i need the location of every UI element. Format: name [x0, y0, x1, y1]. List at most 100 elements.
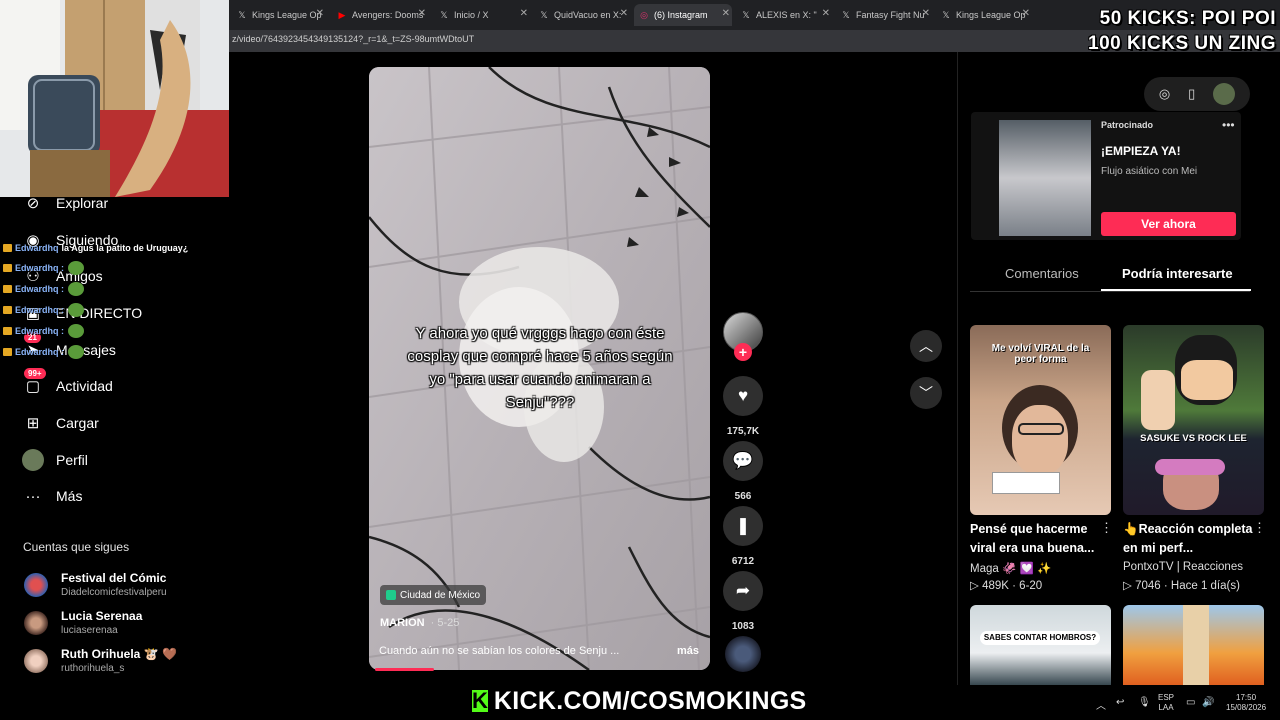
sidebar-item-upload[interactable]: ⊞ Cargar [22, 411, 99, 435]
chevron-up-icon[interactable]: ︿ [1096, 697, 1106, 712]
location-icon [386, 590, 396, 600]
like-action[interactable]: ♥ 175,7K [723, 376, 763, 437]
play-icon: ▷ [1123, 580, 1132, 592]
video-author[interactable]: Maga 🦑 💟 ✨ [970, 561, 1051, 575]
bookmark-icon[interactable]: ❚ [723, 506, 763, 546]
video-caption-overlay: Y ahora yo qué vrgggs hago con éste cosp… [407, 325, 673, 411]
heart-icon[interactable]: ♥ [723, 376, 763, 416]
volume-icon[interactable]: 🔊 [1202, 697, 1214, 708]
account-handle: Diadelcomicfestivalperu [61, 587, 167, 598]
kicks-line: 50 KICKS: POI POI [1099, 8, 1276, 29]
video-title[interactable]: 👆Reacción completa en mi perf... [1123, 520, 1258, 558]
thumbnail-text: SASUKE VS ROCK LEE [1140, 433, 1247, 444]
close-icon[interactable]: ✕ [418, 8, 426, 19]
following-section-title: Cuentas que sigues [23, 540, 130, 554]
chevron-up-icon[interactable]: ︿ [910, 330, 942, 362]
separator: · [1163, 580, 1168, 592]
browser-tab[interactable]: 𝕏 Inicio / X ✕ [434, 4, 530, 26]
thumbnail-text: Me volví VIRAL de la peor forma [991, 343, 1090, 365]
screenshot-inset [992, 472, 1060, 494]
video-thumbnail[interactable]: SASUKE VS ROCK LEE [1123, 325, 1264, 515]
followed-account[interactable]: Festival del Cómic Diadelcomicfestivalper… [24, 571, 167, 598]
browser-tab[interactable]: ▶ Avengers: Dooms ✕ [332, 4, 428, 26]
avatar [24, 648, 48, 673]
video-date: Hace 1 día(s) [1170, 580, 1240, 592]
ad-cta-button[interactable]: Ver ahora [1101, 212, 1236, 236]
instagram-icon: ◎ [640, 9, 648, 20]
network-icon[interactable]: ▭ [1186, 697, 1195, 708]
video-thumbnail[interactable] [1123, 605, 1264, 685]
ad-sponsored-label: Patrocinado [1101, 120, 1154, 130]
tab-comments[interactable]: Comentarios [1005, 266, 1079, 281]
avatar[interactable] [1213, 83, 1236, 105]
more-options-icon[interactable]: ⋮ [1100, 520, 1113, 536]
location-pill[interactable]: Ciudad de México [380, 585, 487, 605]
music-disc-icon[interactable] [725, 636, 761, 672]
browser-tab[interactable]: 𝕏 Kings League Op ✕ [232, 4, 326, 26]
followed-account[interactable]: Ruth Orihuela 🐮 🤎 ruthorihuela_s [24, 647, 177, 674]
video-thumbnail[interactable]: SABES CONTAR HOMBROS? [970, 605, 1111, 685]
more-link[interactable]: más [677, 645, 699, 657]
video-progress-bar[interactable] [375, 668, 434, 671]
x-icon: 𝕏 [742, 9, 750, 20]
video-author-row[interactable]: MARION · 5-25 [380, 617, 459, 629]
app-tray-icon[interactable]: ↩ [1116, 697, 1124, 708]
anime-face [1181, 360, 1233, 400]
video-author[interactable]: PontxoTV | Reacciones [1123, 561, 1243, 573]
ad-thumbnail[interactable] [999, 120, 1091, 236]
close-icon[interactable]: ✕ [620, 8, 628, 19]
date: 15/08/2026 [1226, 703, 1267, 712]
thumbnail-text: SABES CONTAR HOMBROS? [980, 631, 1100, 645]
sidebar-item-activity[interactable]: ▢ 99+ Actividad [22, 368, 113, 398]
browser-tab[interactable]: 𝕏 QuidVacuo en X: ✕ [534, 4, 630, 26]
more-options-icon[interactable]: ⋮ [1253, 520, 1266, 536]
language-indicator[interactable]: ESP LAA [1158, 693, 1174, 713]
close-icon[interactable]: ✕ [520, 8, 528, 19]
sidebar-item-more[interactable]: ··· Más [22, 484, 83, 508]
close-icon[interactable]: ✕ [316, 8, 324, 19]
video-author-name[interactable]: MARION [380, 617, 425, 629]
comment-count: 566 [734, 491, 752, 502]
follow-plus-icon[interactable]: + [734, 343, 752, 361]
video-thumbnail[interactable]: Me volví VIRAL de la peor forma [970, 325, 1111, 515]
webcam-frame [0, 0, 229, 197]
browser-tab[interactable]: 𝕏 ALEXIS en X: " ✕ [736, 4, 832, 26]
browser-tab[interactable]: 𝕏 Fantasy Fight Nu ✕ [836, 4, 932, 26]
video-description: Cuando aún no se sabían los colores de S… [379, 645, 620, 657]
frog-emote-icon [68, 282, 84, 296]
frog-emote-icon [68, 324, 84, 338]
clock[interactable]: 17:50 15/08/2026 [1226, 693, 1266, 713]
close-icon[interactable]: ✕ [922, 8, 930, 19]
close-icon[interactable]: ✕ [722, 8, 730, 19]
more-options-icon[interactable]: ••• [1222, 118, 1235, 132]
sidebar-item-profile[interactable]: Perfil [22, 448, 88, 472]
glasses [1018, 423, 1064, 435]
close-icon[interactable]: ✕ [1022, 8, 1030, 19]
account-name: Festival del Cómic [61, 571, 167, 585]
badge-icon [3, 285, 12, 293]
upload-icon: ⊞ [26, 415, 40, 432]
save-count: 6712 [731, 556, 755, 567]
chevron-down-icon[interactable]: ﹀ [910, 377, 942, 409]
location-label: Ciudad de México [400, 589, 481, 601]
save-action[interactable]: ❚ 6712 [723, 506, 763, 567]
comment-action[interactable]: 💬 566 [723, 441, 763, 502]
share-icon[interactable]: ➦ [723, 571, 763, 611]
webcam-overlay [0, 0, 229, 197]
video-date: · 5-25 [430, 617, 460, 629]
compass-icon[interactable]: ◎ [1159, 86, 1170, 102]
share-action[interactable]: ➦ 1083 [723, 571, 763, 632]
video-stats: ▷ 7046 · Hace 1 día(s) [1123, 578, 1240, 592]
microphone-icon[interactable]: 🎙 [1138, 697, 1151, 708]
ad-title: ¡EMPIEZA YA! [1101, 144, 1181, 158]
url-text[interactable]: z/video/7643923454349135124?_r=1&_t=ZS-9… [232, 34, 474, 44]
video-title[interactable]: Pensé que hacerme viral era una buena... [970, 520, 1105, 558]
device-icon[interactable]: ▯ [1188, 86, 1195, 102]
browser-tab[interactable]: 𝕏 Kings League Op ✕ [936, 4, 1032, 26]
tab-recommended[interactable]: Podría interesarte [1122, 266, 1233, 281]
comment-icon[interactable]: 💬 [723, 441, 763, 481]
browser-tab-active[interactable]: ◎ (6) Instagram ✕ [634, 4, 732, 26]
chat-message: Edwardhq : [3, 303, 84, 317]
close-icon[interactable]: ✕ [822, 8, 830, 19]
followed-account[interactable]: Lucia Serenaa luciaserenaa [24, 609, 142, 636]
